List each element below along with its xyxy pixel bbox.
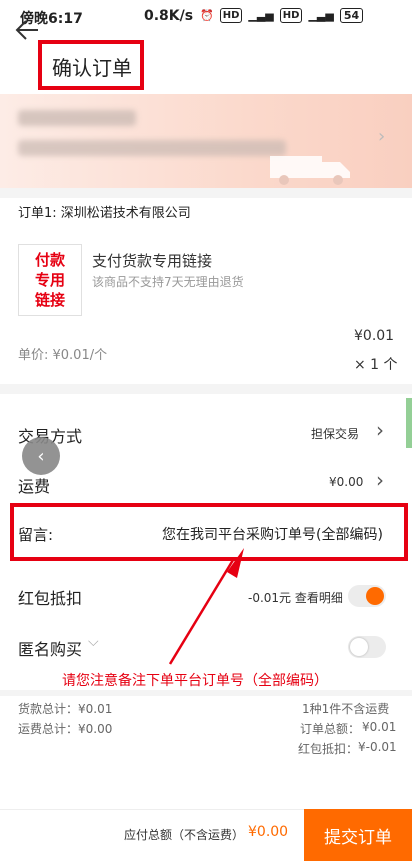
redpack-label: 红包抵扣 bbox=[18, 589, 83, 608]
trade-method-value[interactable]: 担保交易 bbox=[311, 425, 359, 442]
shipping-value[interactable]: ¥0.00 bbox=[329, 475, 363, 489]
count-note: 1种1件不含运费 bbox=[302, 702, 390, 716]
unit-price: 单价: ¥0.01/个 bbox=[18, 348, 108, 363]
back-arrow-icon[interactable] bbox=[14, 17, 40, 43]
status-bar: 傍晚6:17 0.8K/s ⏰ HD ▁▃▅ HD ▁▃▅ 54 bbox=[0, 0, 412, 34]
truck-icon bbox=[270, 156, 350, 185]
chevron-down-icon[interactable]: ⌵ bbox=[88, 634, 99, 650]
divider bbox=[0, 384, 412, 394]
item-quantity: × 1 个 bbox=[354, 357, 398, 373]
chevron-right-icon: › bbox=[378, 126, 386, 147]
note-input[interactable]: 您在我司平台采购订单号(全部编码) bbox=[162, 524, 383, 544]
payable-total-value: ¥0.00 bbox=[248, 824, 289, 840]
shipping-label: 运费 bbox=[18, 477, 51, 496]
product-name[interactable]: 支付货款专用链接 bbox=[92, 250, 212, 271]
signal-icon-2: ▁▃▅ bbox=[308, 9, 334, 22]
redpack-toggle[interactable] bbox=[348, 585, 386, 607]
goods-total: 货款总计：¥0.01 bbox=[18, 702, 113, 716]
status-icons: ⏰ HD ▁▃▅ HD ▁▃▅ 54 bbox=[200, 8, 364, 23]
order-total-value: ¥0.01 bbox=[362, 720, 397, 734]
divider bbox=[0, 690, 412, 696]
seller-name: 订单1: 深圳松诺技术有限公司 bbox=[18, 206, 191, 221]
hd-icon-2: HD bbox=[279, 8, 303, 23]
chevron-right-icon[interactable]: › bbox=[376, 418, 384, 442]
status-speed: 0.8K/s bbox=[144, 8, 194, 24]
redpack-value[interactable]: -0.01元 查看明细 bbox=[248, 589, 343, 606]
address-name-blurred bbox=[18, 110, 136, 126]
note-label: 留言: bbox=[18, 526, 54, 544]
hd-icon: HD bbox=[219, 8, 243, 23]
item-price: ¥0.01 bbox=[354, 328, 395, 344]
battery-icon: 54 bbox=[339, 8, 364, 23]
shipping-total: 运费总计：¥0.00 bbox=[18, 722, 113, 736]
order-total-label: 订单总额： bbox=[300, 722, 361, 736]
edge-handle bbox=[406, 398, 412, 448]
anonymous-toggle[interactable] bbox=[348, 636, 386, 658]
redpack-total-label: 红包抵扣： bbox=[298, 742, 359, 756]
divider bbox=[0, 188, 412, 198]
alarm-icon: ⏰ bbox=[200, 9, 214, 22]
chevron-right-icon[interactable]: › bbox=[376, 468, 384, 492]
product-return-note: 该商品不支持7天无理由退货 bbox=[92, 275, 244, 289]
address-detail-blurred bbox=[18, 140, 286, 156]
anonymous-label: 匿名购买 bbox=[18, 640, 83, 659]
page-title: 确认订单 bbox=[52, 56, 132, 80]
floating-back-button[interactable]: ‹ bbox=[22, 437, 60, 475]
redpack-total-value: ¥-0.01 bbox=[358, 740, 397, 754]
product-image[interactable]: 付款 专用 链接 bbox=[18, 244, 82, 316]
payable-total-label: 应付总额（不含运费） bbox=[124, 828, 245, 842]
annotation-text: 请您注意备注下单平台订单号（全部编码） bbox=[62, 673, 328, 689]
signal-icon: ▁▃▅ bbox=[248, 9, 274, 22]
submit-order-button[interactable]: 提交订单 bbox=[304, 809, 412, 861]
